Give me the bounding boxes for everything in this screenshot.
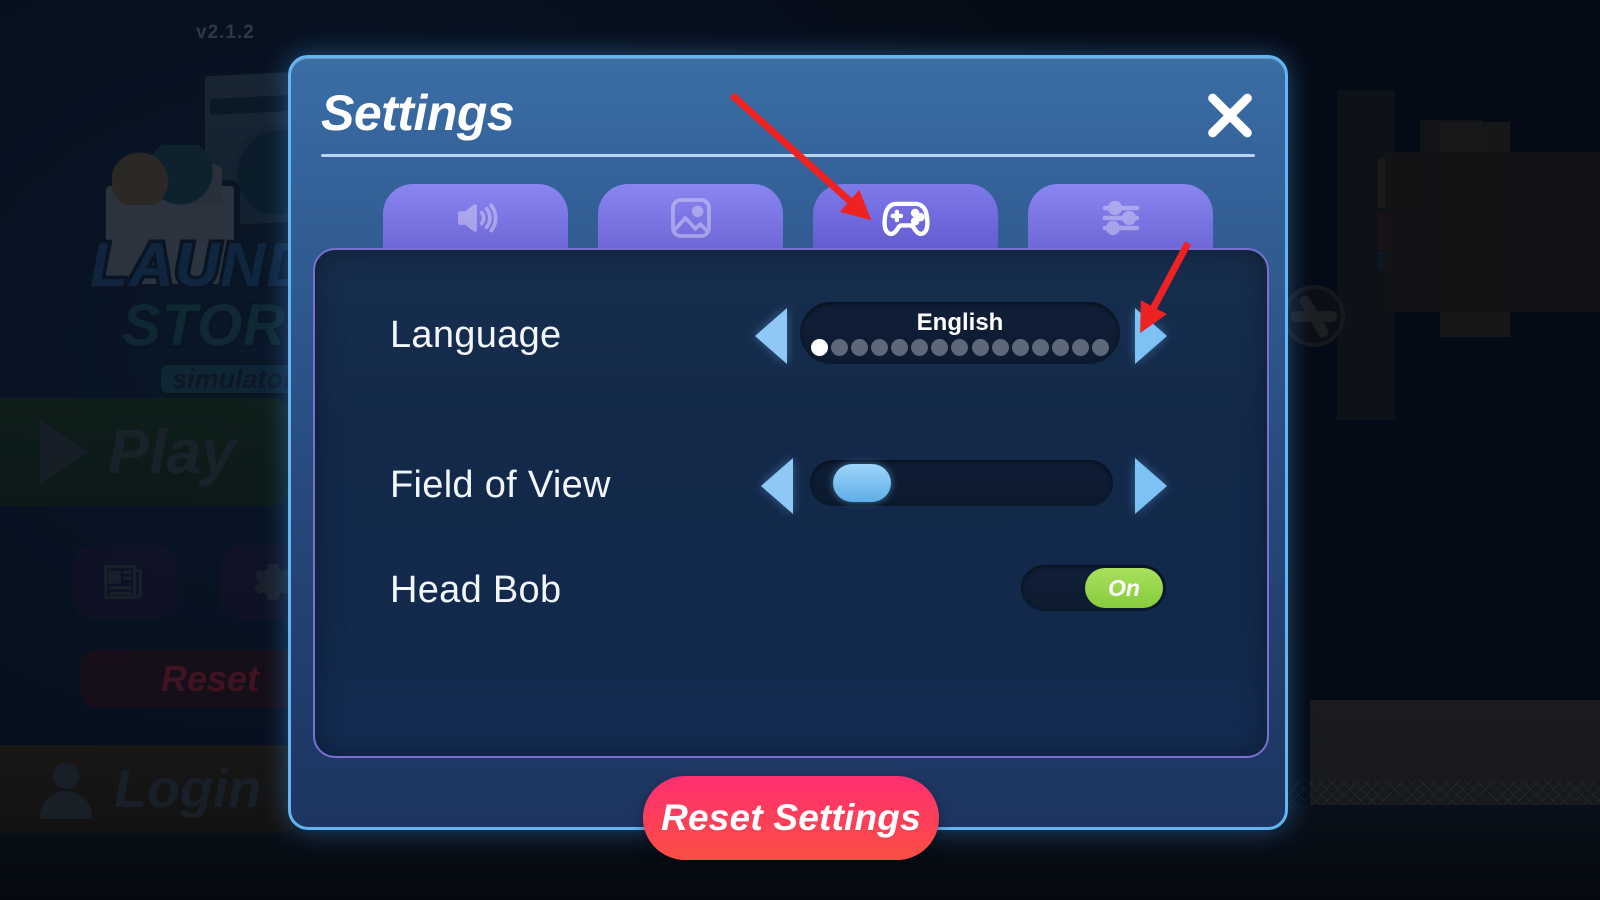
fov-slider-track[interactable]: [810, 460, 1113, 506]
language-page-dot[interactable]: [851, 339, 869, 356]
close-x-icon[interactable]: [1199, 84, 1261, 146]
setting-row-field-of-view: Field of View: [315, 450, 1267, 520]
language-page-dot[interactable]: [1071, 339, 1089, 356]
language-value-box[interactable]: English: [800, 302, 1120, 364]
language-page-dot[interactable]: [831, 339, 849, 356]
language-page-dot[interactable]: [991, 339, 1009, 356]
language-page-dot[interactable]: [811, 339, 828, 356]
reset-settings-button[interactable]: Reset Settings: [643, 776, 939, 860]
language-label: Language: [390, 313, 562, 356]
setting-row-head-bob: Head Bob On: [315, 555, 1267, 625]
tab-graphics[interactable]: [598, 184, 783, 252]
dialog-title: Settings: [321, 85, 515, 141]
fov-decrease-arrow-left-icon[interactable]: [761, 458, 793, 514]
language-page-dot[interactable]: [911, 339, 929, 356]
language-page-dot[interactable]: [1051, 339, 1069, 356]
speaker-volume-icon: [457, 203, 498, 233]
settings-content-panel: Language English Field of View Head Bob …: [313, 248, 1269, 758]
image-picture-icon: [670, 198, 711, 238]
language-page-dot[interactable]: [1031, 339, 1049, 356]
tab-advanced[interactable]: [1028, 184, 1213, 252]
language-next-arrow-right-icon[interactable]: [1135, 308, 1167, 364]
language-prev-arrow-left-icon[interactable]: [755, 308, 787, 364]
field-of-view-label: Field of View: [390, 463, 611, 506]
language-page-dot[interactable]: [1091, 339, 1109, 356]
head-bob-value: On: [1108, 574, 1140, 601]
language-value: English: [916, 309, 1004, 336]
gamepad-icon: [881, 201, 930, 237]
language-page-dot[interactable]: [971, 339, 989, 356]
head-bob-toggle-knob: On: [1085, 568, 1163, 608]
language-page-dot[interactable]: [891, 339, 909, 356]
reset-settings-label: Reset Settings: [661, 797, 921, 838]
title-divider: [321, 154, 1255, 157]
language-page-dots: [811, 339, 1109, 356]
sliders-icon: [1102, 200, 1139, 236]
head-bob-label: Head Bob: [390, 568, 562, 611]
language-page-dot[interactable]: [1011, 339, 1029, 356]
tab-audio[interactable]: [383, 184, 568, 252]
settings-tab-bar: [383, 184, 1213, 252]
tab-controls[interactable]: [813, 184, 998, 252]
settings-dialog: Settings Language English Field of View …: [288, 55, 1288, 860]
fov-increase-arrow-right-icon[interactable]: [1135, 458, 1167, 514]
setting-row-language: Language English: [315, 300, 1267, 370]
language-page-dot[interactable]: [871, 339, 889, 356]
language-page-dot[interactable]: [931, 339, 949, 356]
fov-slider-handle[interactable]: [832, 464, 891, 502]
language-page-dot[interactable]: [951, 339, 969, 356]
head-bob-toggle[interactable]: On: [1021, 565, 1166, 611]
